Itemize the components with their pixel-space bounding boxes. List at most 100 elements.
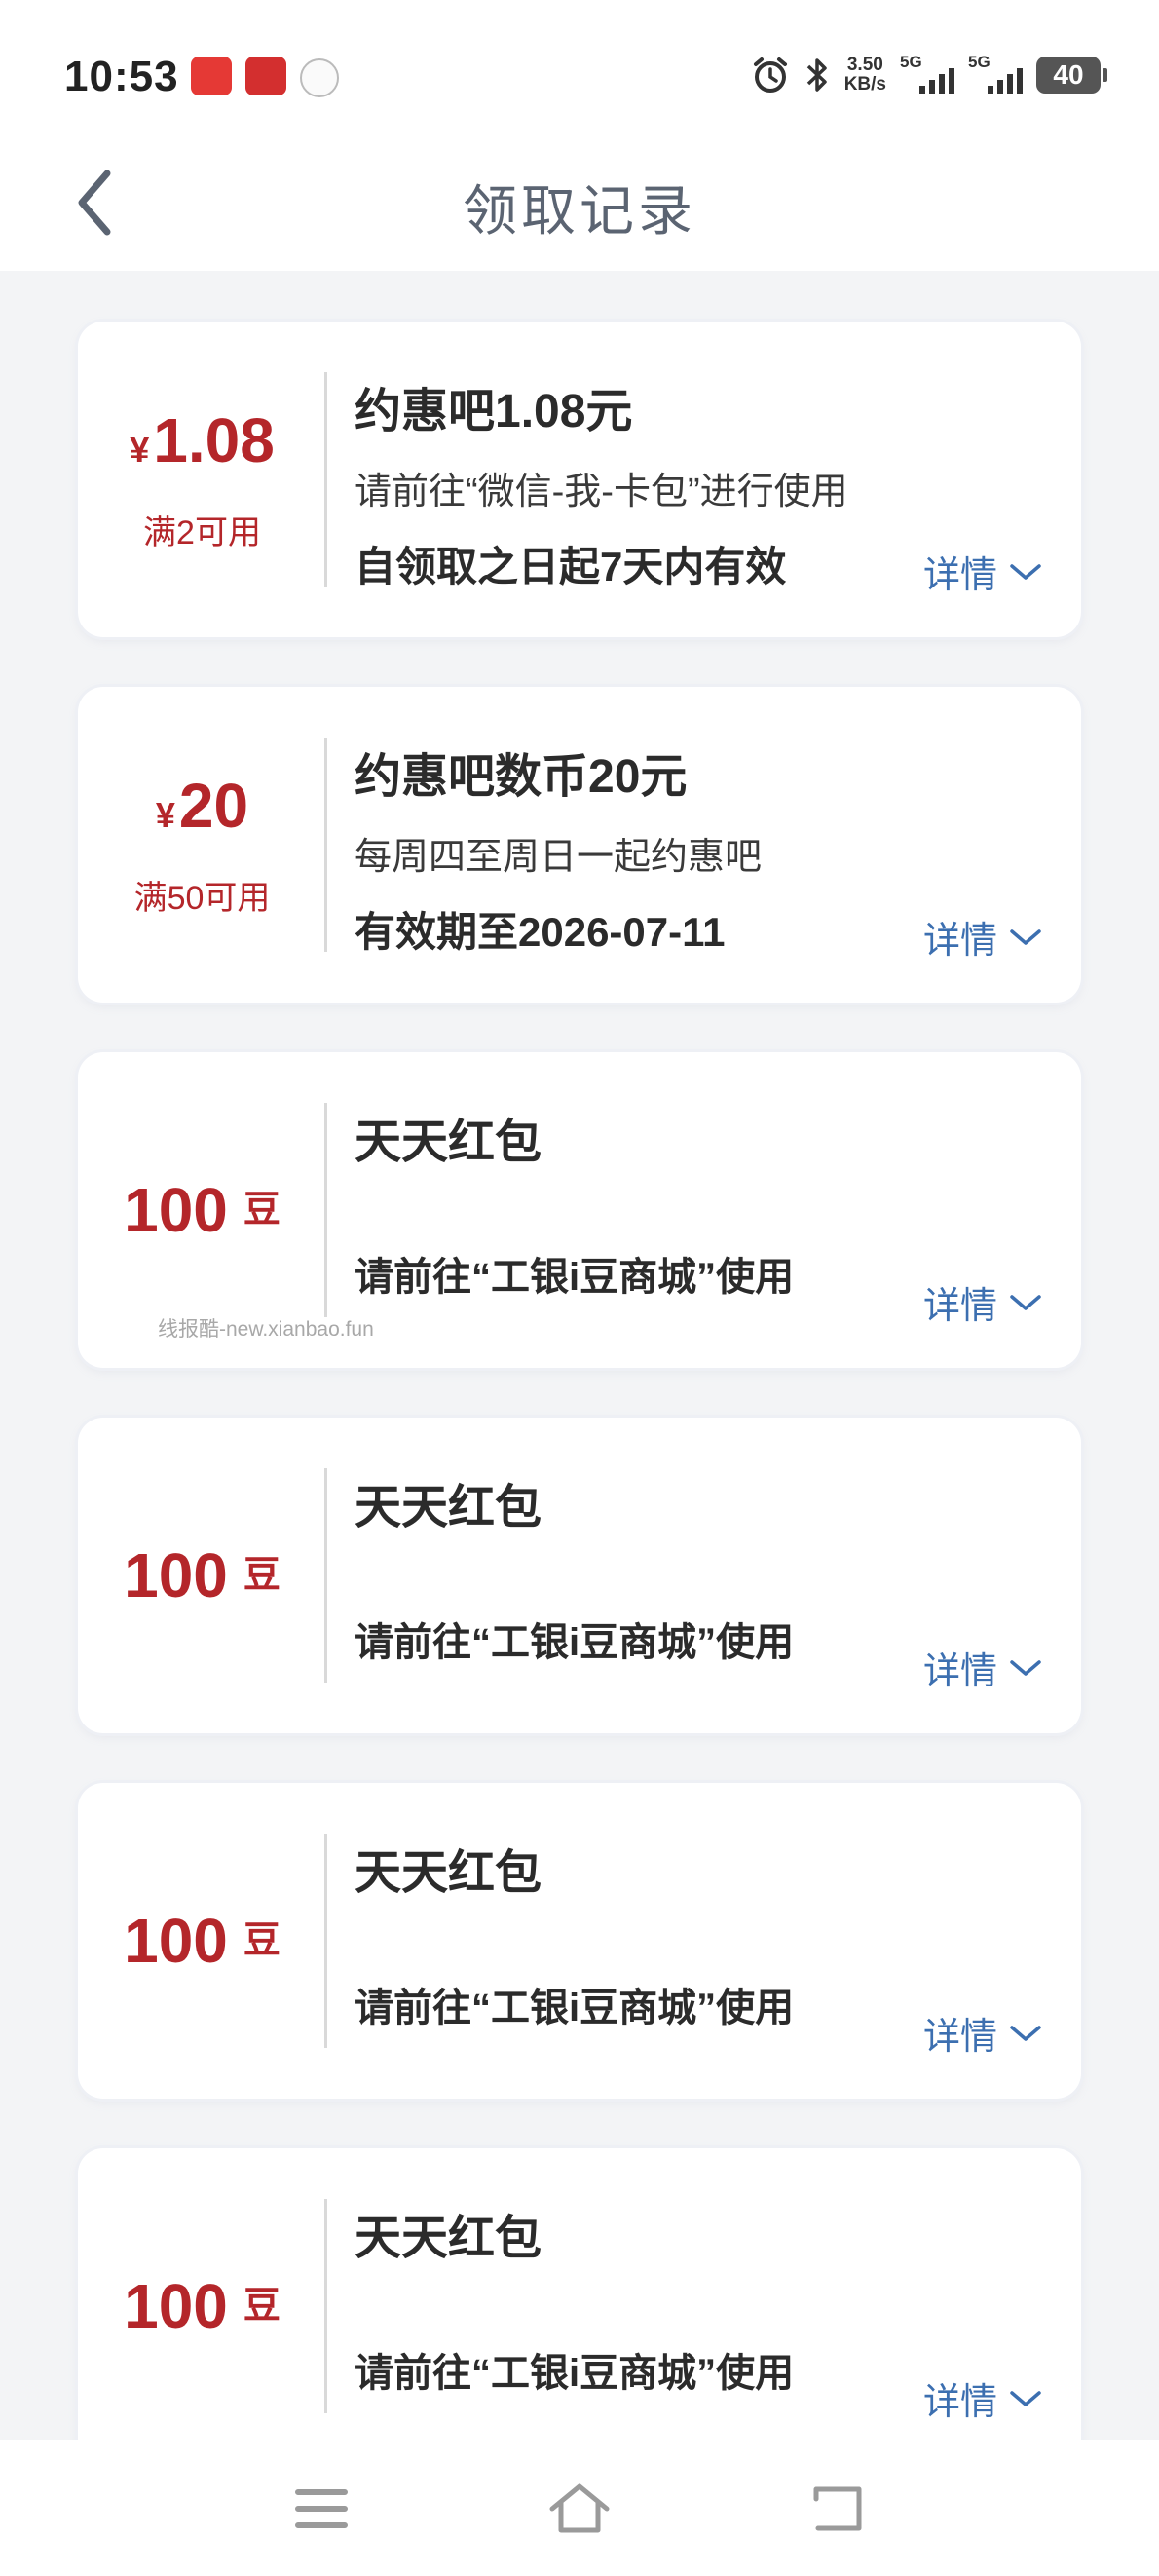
usage-condition: 满2可用 <box>143 513 261 551</box>
amount-unit: 豆 <box>243 1190 280 1231</box>
record-card: ¥1.08 满2可用 约惠吧1.08元 请前往“微信-我-卡包”进行使用 自领取… <box>78 322 1081 637</box>
record-amount: ¥1.08 <box>130 406 275 484</box>
record-description: 请前往“微信-我-卡包”进行使用 <box>355 472 848 512</box>
record-card: 100 豆 天天红包 请前往“工银i豆商城”使用 详情 线报酷-new.xianb… <box>78 1052 1081 1368</box>
home-icon <box>549 2483 610 2533</box>
amount-unit: 豆 <box>243 1555 280 1596</box>
chevron-down-icon <box>1010 2390 1041 2406</box>
record-card: 100 豆 天天红包 请前往“工银i豆商城”使用 详情 <box>78 2148 1081 2464</box>
record-amount: 100 豆 <box>124 1541 280 1610</box>
record-name: 约惠吧数币20元 <box>355 751 688 803</box>
page-header: 领取记录 <box>0 146 1159 271</box>
signal-5g-2: 5G <box>968 53 1023 97</box>
record-amount-area: 100 豆 <box>78 2148 326 2464</box>
record-usage: 请前往“工银i豆商城”使用 <box>355 1987 795 2029</box>
record-validity: 自领取之日起7天内有效 <box>355 544 787 589</box>
details-toggle[interactable]: 详情 <box>923 1641 1042 1694</box>
record-info: 天天红包 请前往“工银i豆商城”使用 详情 <box>355 1418 1042 1733</box>
record-description: 每周四至周日一起约惠吧 <box>355 837 763 878</box>
back-nav-button[interactable] <box>799 2475 877 2543</box>
record-amount-area: ¥20 满50可用 <box>78 687 326 1003</box>
record-usage: 请前往“工银i豆商城”使用 <box>355 1621 795 1664</box>
network-speed-unit: KB/s <box>843 74 886 95</box>
details-label: 详情 <box>922 1651 997 1692</box>
record-name: 天天红包 <box>355 1482 542 1534</box>
signal-bars-icon <box>919 68 954 94</box>
currency-symbol: ¥ <box>155 794 175 835</box>
chevron-down-icon <box>1010 2025 1041 2041</box>
record-amount: 100 豆 <box>124 1176 280 1244</box>
network-speed-value: 3.50 <box>846 55 883 75</box>
record-list: ¥1.08 满2可用 约惠吧1.08元 请前往“微信-我-卡包”进行使用 自领取… <box>78 322 1081 2514</box>
record-amount: ¥20 <box>156 772 248 850</box>
menu-icon <box>295 2489 348 2528</box>
home-button[interactable] <box>541 2475 618 2543</box>
status-time: 10:53 <box>64 53 179 100</box>
battery-level: 40 <box>1053 59 1084 90</box>
currency-symbol: ¥ <box>130 429 150 470</box>
record-info: 约惠吧数币20元 每周四至周日一起约惠吧 有效期至2026-07-11 详情 <box>355 687 1042 1003</box>
chevron-down-icon <box>1010 928 1041 945</box>
record-info: 约惠吧1.08元 请前往“微信-我-卡包”进行使用 自领取之日起7天内有效 详情 <box>355 322 1042 637</box>
divider <box>324 1834 327 2048</box>
record-validity: 有效期至2026-07-11 <box>355 909 726 955</box>
bluetooth-icon <box>806 58 827 92</box>
record-name: 天天红包 <box>355 1847 542 1899</box>
timer-notification-icon <box>300 58 339 97</box>
system-icons: 3.50 KB/s 5G 5G 40 <box>751 53 1107 97</box>
record-name: 约惠吧1.08元 <box>355 386 633 437</box>
system-navigation-bar <box>0 2440 1159 2576</box>
details-label: 详情 <box>922 2382 997 2423</box>
notification-icons <box>191 57 339 97</box>
record-name: 天天红包 <box>355 1117 542 1168</box>
record-card: 100 豆 天天红包 请前往“工银i豆商城”使用 详情 <box>78 1783 1081 2099</box>
divider <box>324 1468 327 1683</box>
record-name: 天天红包 <box>355 2213 542 2264</box>
back-icon <box>813 2486 862 2531</box>
amount-value: 20 <box>178 770 249 841</box>
watermark: 线报酷-new.xianbao.fun <box>158 1318 374 1341</box>
chevron-down-icon <box>1010 563 1041 580</box>
usage-condition: 满50可用 <box>133 879 271 917</box>
amount-value: 100 <box>124 1906 228 1976</box>
record-amount-area: ¥1.08 满2可用 <box>78 322 326 637</box>
app-notification-icon <box>191 57 232 95</box>
details-label: 详情 <box>922 921 997 962</box>
amount-value: 100 <box>124 1175 228 1245</box>
battery-icon: 40 <box>1036 57 1107 94</box>
divider <box>324 2199 327 2413</box>
record-info: 天天红包 请前往“工银i豆商城”使用 详情 <box>355 2148 1042 2464</box>
record-amount: 100 豆 <box>124 2272 280 2340</box>
details-label: 详情 <box>922 555 997 596</box>
record-info: 天天红包 请前往“工银i豆商城”使用 详情 <box>355 1052 1042 1368</box>
divider <box>324 738 327 952</box>
details-label: 详情 <box>922 1286 997 1327</box>
chevron-down-icon <box>1010 1659 1041 1676</box>
details-toggle[interactable]: 详情 <box>923 1275 1042 1329</box>
record-usage: 请前往“工银i豆商城”使用 <box>355 2352 795 2395</box>
details-toggle[interactable]: 详情 <box>923 545 1042 598</box>
chevron-down-icon <box>1010 1294 1041 1310</box>
record-amount-area: 100 豆 <box>78 1418 326 1733</box>
status-bar: 10:53 3.50 KB/s 5G 5G 40 <box>0 0 1159 146</box>
record-amount: 100 豆 <box>124 1907 280 1975</box>
details-toggle[interactable]: 详情 <box>923 910 1042 964</box>
signal-5g-1: 5G <box>900 53 954 97</box>
details-toggle[interactable]: 详情 <box>923 2371 1042 2425</box>
record-info: 天天红包 请前往“工银i豆商城”使用 详情 <box>355 1783 1042 2099</box>
amount-value: 1.08 <box>153 404 275 475</box>
record-usage: 请前往“工银i豆商城”使用 <box>355 1256 795 1299</box>
divider <box>324 1103 327 1317</box>
details-toggle[interactable]: 详情 <box>923 2006 1042 2060</box>
amount-value: 100 <box>124 1540 228 1610</box>
record-amount-area: 100 豆 <box>78 1783 326 2099</box>
amount-unit: 豆 <box>243 2286 280 2327</box>
record-card: 100 豆 天天红包 请前往“工银i豆商城”使用 详情 <box>78 1418 1081 1733</box>
alarm-icon <box>753 57 787 93</box>
menu-button[interactable] <box>282 2475 360 2543</box>
amount-unit: 豆 <box>243 1920 280 1961</box>
signal-bars-icon <box>988 68 1023 94</box>
divider <box>324 372 327 587</box>
amount-value: 100 <box>124 2271 228 2341</box>
details-label: 详情 <box>922 2017 997 2058</box>
